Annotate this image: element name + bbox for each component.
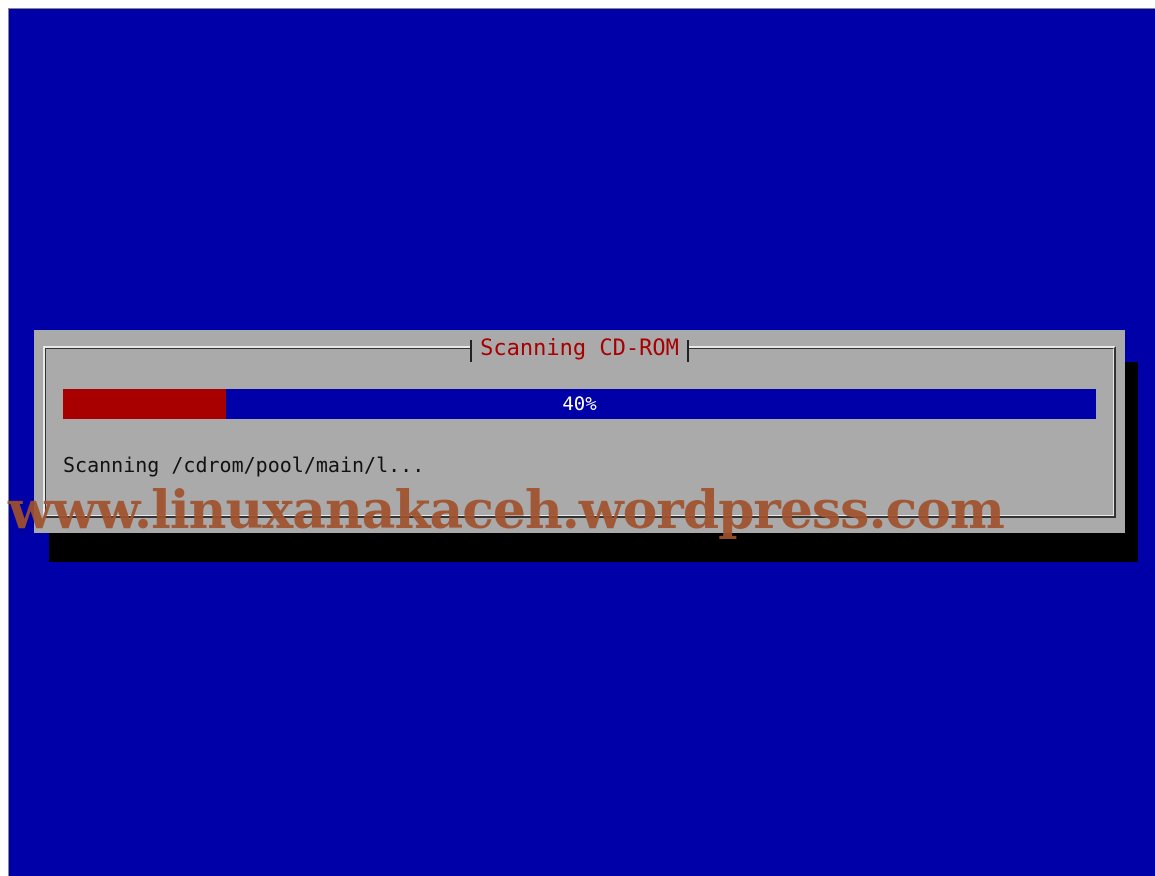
watermark-text: www.linuxanakaceh.wordpress.com — [8, 480, 1005, 541]
dialog-title: Scanning CD-ROM — [470, 334, 689, 364]
status-text: Scanning /cdrom/pool/main/l... — [63, 453, 425, 477]
dialog-title-wrap: Scanning CD-ROM — [34, 334, 1125, 364]
progress-bar: 40% — [63, 389, 1096, 419]
progress-percent-label: 40% — [562, 393, 597, 415]
